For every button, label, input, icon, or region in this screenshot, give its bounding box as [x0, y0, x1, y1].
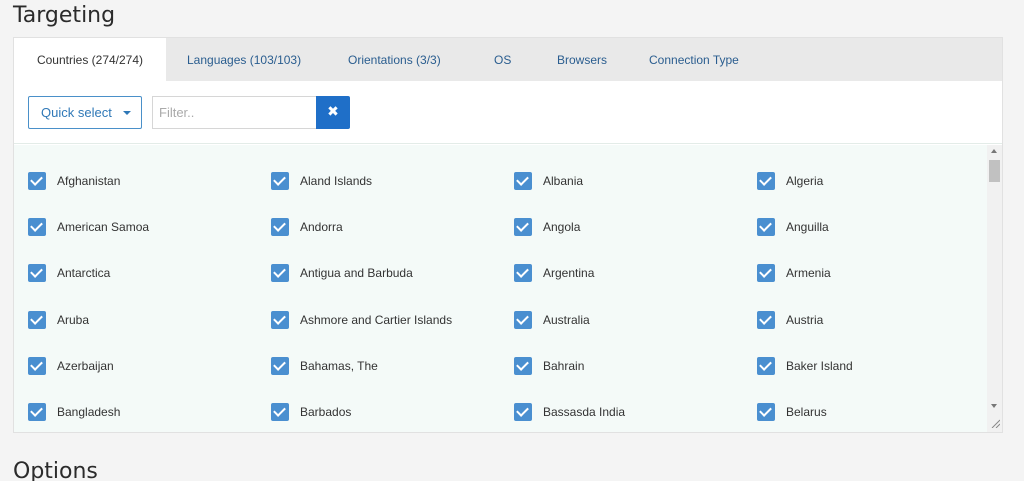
checkbox-checked-icon[interactable] — [514, 264, 532, 282]
scroll-down-arrow-icon[interactable] — [991, 404, 997, 408]
tab-os[interactable]: OS — [494, 38, 511, 81]
checkbox-checked-icon[interactable] — [514, 403, 532, 421]
checkbox-checked-icon[interactable] — [28, 264, 46, 282]
checkbox-checked-icon[interactable] — [757, 218, 775, 236]
country-label: Armenia — [786, 266, 831, 280]
country-label: Antarctica — [57, 266, 111, 280]
country-label: Australia — [543, 313, 590, 327]
checkbox-checked-icon[interactable] — [271, 172, 289, 190]
caret-down-icon — [123, 111, 131, 115]
checkbox-checked-icon[interactable] — [514, 357, 532, 375]
targeting-panel: Countries (274/274) Languages (103/103) … — [13, 37, 1003, 433]
country-list: Afghanistan Aland Islands Albania Algeria Am… — [14, 145, 1002, 432]
country-label: Algeria — [786, 174, 824, 188]
checkbox-checked-icon[interactable] — [271, 218, 289, 236]
resize-grip-icon[interactable] — [991, 419, 1000, 428]
tab-countries[interactable]: Countries (274/274) — [14, 38, 166, 81]
checkbox-checked-icon[interactable] — [757, 403, 775, 421]
country-label: Antigua and Barbuda — [300, 266, 413, 280]
close-icon: ✖ — [327, 104, 339, 120]
checkbox-checked-icon[interactable] — [271, 311, 289, 329]
country-label: Angola — [543, 220, 581, 234]
country-label: Andorra — [300, 220, 343, 234]
checkbox-checked-icon[interactable] — [757, 357, 775, 375]
country-label: Bahamas, The — [300, 359, 378, 373]
clear-filter-button[interactable]: ✖ — [316, 96, 350, 129]
checkbox-checked-icon[interactable] — [28, 403, 46, 421]
checkbox-checked-icon[interactable] — [28, 218, 46, 236]
checkbox-checked-icon[interactable] — [271, 403, 289, 421]
tab-browsers[interactable]: Browsers — [557, 38, 607, 81]
country-label: Belarus — [786, 405, 827, 419]
checkbox-checked-icon[interactable] — [514, 172, 532, 190]
country-label: Barbados — [300, 405, 352, 419]
scroll-thumb[interactable] — [989, 160, 1000, 182]
country-label: Ashmore and Cartier Islands — [300, 313, 453, 327]
country-label: Baker Island — [786, 359, 853, 373]
country-label: Afghanistan — [57, 174, 121, 188]
country-label: Azerbaijan — [57, 359, 114, 373]
tab-bar: Countries (274/274) Languages (103/103) … — [14, 38, 1002, 81]
options-heading: Options — [13, 459, 98, 481]
list-scrollbar[interactable] — [987, 145, 1002, 432]
checkbox-checked-icon[interactable] — [28, 357, 46, 375]
country-label: Bassasda India — [543, 405, 626, 419]
country-label: Bangladesh — [57, 405, 121, 419]
country-label: Aruba — [57, 313, 90, 327]
country-label: Austria — [786, 313, 824, 327]
scroll-up-arrow-icon[interactable] — [991, 149, 997, 153]
country-label: Aland Islands — [300, 174, 373, 188]
targeting-heading: Targeting — [13, 3, 116, 28]
filter-toolbar: Quick select ✖ — [14, 81, 1002, 144]
checkbox-checked-icon[interactable] — [271, 357, 289, 375]
checkbox-checked-icon[interactable] — [28, 172, 46, 190]
country-label: Albania — [543, 174, 584, 188]
country-label: American Samoa — [57, 220, 150, 234]
checkbox-checked-icon[interactable] — [757, 172, 775, 190]
country-label: Bahrain — [543, 359, 585, 373]
quick-select-button[interactable]: Quick select — [28, 96, 142, 129]
checkbox-checked-icon[interactable] — [514, 311, 532, 329]
checkbox-checked-icon[interactable] — [28, 311, 46, 329]
tab-languages[interactable]: Languages (103/103) — [187, 38, 301, 81]
quick-select-label: Quick select — [41, 105, 112, 120]
country-label: Anguilla — [786, 220, 829, 234]
checkbox-checked-icon[interactable] — [514, 218, 532, 236]
checkbox-checked-icon[interactable] — [757, 264, 775, 282]
filter-input[interactable] — [152, 96, 316, 129]
checkbox-checked-icon[interactable] — [271, 264, 289, 282]
country-label: Argentina — [543, 266, 595, 280]
tab-orientations[interactable]: Orientations (3/3) — [348, 38, 441, 81]
tab-connection-type[interactable]: Connection Type — [649, 38, 739, 81]
checkbox-checked-icon[interactable] — [757, 311, 775, 329]
